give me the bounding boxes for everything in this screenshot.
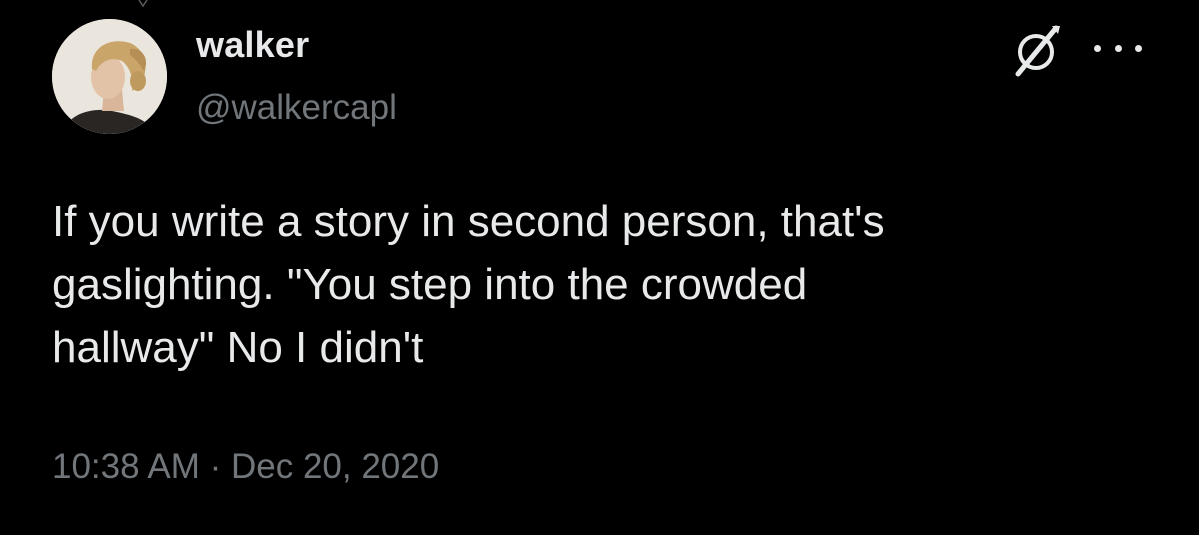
avatar[interactable]	[52, 19, 167, 134]
author-display-name[interactable]: walker	[196, 24, 309, 66]
more-dot	[1114, 44, 1122, 52]
tweet-text: If you write a story in second person, t…	[52, 190, 1152, 379]
tweet-text-line: If you write a story in second person, t…	[52, 197, 885, 246]
tweet-text-line: gaslighting. "You step into the crowded	[52, 260, 808, 309]
more-dot	[1094, 44, 1101, 52]
more-dot	[1135, 44, 1142, 52]
tweet-text-line: hallway" No I didn't	[52, 323, 424, 372]
author-handle[interactable]: @walkercapl	[196, 88, 397, 128]
tweet-card: walker @walkercapl If you write a story …	[0, 0, 1199, 535]
thread-connector-mark	[138, 0, 148, 8]
grok-icon[interactable]	[1008, 22, 1064, 78]
more-options-icon[interactable]	[1094, 38, 1142, 58]
tweet-timestamp[interactable]: 10:38 AM · Dec 20, 2020	[52, 447, 439, 487]
